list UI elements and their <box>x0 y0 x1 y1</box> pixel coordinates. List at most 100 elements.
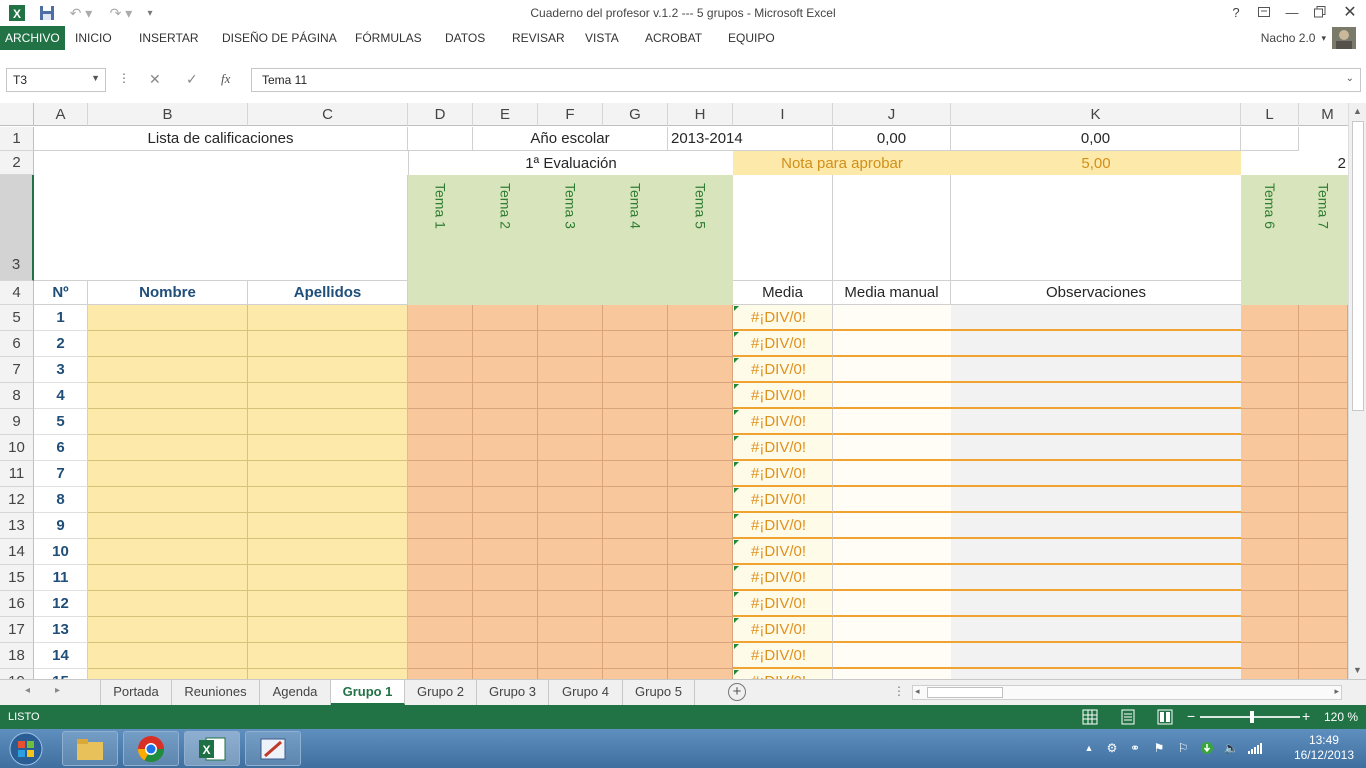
grade-cell-tema-5[interactable] <box>668 461 733 487</box>
average-cell[interactable]: #¡DIV/0! <box>733 461 833 487</box>
list-title-cell[interactable]: Lista de calificaciones <box>34 127 408 151</box>
name-cell[interactable] <box>88 357 248 383</box>
average-cell[interactable]: #¡DIV/0! <box>733 487 833 513</box>
school-year-label[interactable]: Año escolar <box>473 127 668 151</box>
grade-cell-tema-3[interactable] <box>538 643 603 669</box>
student-number[interactable]: 15 <box>34 669 88 679</box>
name-cell[interactable] <box>88 617 248 643</box>
surname-cell[interactable] <box>248 383 408 409</box>
surname-cell[interactable] <box>248 305 408 331</box>
zoom-out-icon[interactable]: − <box>1187 708 1195 724</box>
observations-cell[interactable] <box>951 357 1241 383</box>
surname-cell[interactable] <box>248 435 408 461</box>
column-header-m[interactable]: M <box>1299 103 1348 126</box>
grade-cell-tema-3[interactable] <box>538 591 603 617</box>
grade-cell-tema-2[interactable] <box>473 305 538 331</box>
tab-split-handle-icon[interactable]: ⋮ <box>893 684 905 698</box>
sheet-tab-grupo-1[interactable]: Grupo 1 <box>331 680 405 705</box>
grade-cell-tema-3[interactable] <box>538 669 603 679</box>
name-cell[interactable] <box>88 435 248 461</box>
grade-cell-tema-7[interactable] <box>1299 383 1348 409</box>
file-explorer-button[interactable] <box>62 731 118 766</box>
surname-cell[interactable] <box>248 487 408 513</box>
column-header-b[interactable]: B <box>88 103 248 126</box>
theme-header-6[interactable]: Tema 6 <box>1241 183 1299 279</box>
average-cell[interactable]: #¡DIV/0! <box>733 565 833 591</box>
student-number[interactable]: 14 <box>34 643 88 669</box>
grade-cell-tema-7[interactable] <box>1299 461 1348 487</box>
grade-cell-tema-6[interactable] <box>1241 539 1299 565</box>
grade-cell-tema-1[interactable] <box>408 409 473 435</box>
student-number[interactable]: 6 <box>34 435 88 461</box>
grade-cell-tema-2[interactable] <box>473 435 538 461</box>
tab-archivo[interactable]: ARCHIVO <box>0 26 65 50</box>
row-header-7[interactable]: 7 <box>0 357 34 383</box>
grade-cell-tema-6[interactable] <box>1241 383 1299 409</box>
header-number[interactable]: Nº <box>34 281 88 305</box>
add-sheet-icon[interactable]: + <box>728 683 746 701</box>
manual-average-cell[interactable] <box>833 617 951 643</box>
cell-j1[interactable]: 0,00 <box>833 127 951 151</box>
average-cell[interactable]: #¡DIV/0! <box>733 409 833 435</box>
scroll-down-icon[interactable]: ▼ <box>1353 665 1362 675</box>
grade-cell-tema-1[interactable] <box>408 331 473 357</box>
grade-cell-tema-6[interactable] <box>1241 305 1299 331</box>
tab-vista[interactable]: VISTA <box>578 26 626 50</box>
column-header-i[interactable]: I <box>733 103 833 126</box>
column-header-k[interactable]: K <box>951 103 1241 126</box>
surname-cell[interactable] <box>248 461 408 487</box>
column-header-j[interactable]: J <box>833 103 951 126</box>
manual-average-cell[interactable] <box>833 435 951 461</box>
grade-cell-tema-3[interactable] <box>538 461 603 487</box>
grade-cell-tema-5[interactable] <box>668 513 733 539</box>
column-header-e[interactable]: E <box>473 103 538 126</box>
grade-cell-tema-6[interactable] <box>1241 669 1299 679</box>
grade-cell-tema-3[interactable] <box>538 487 603 513</box>
grade-cell-tema-4[interactable] <box>603 513 668 539</box>
update-icon[interactable] <box>1200 741 1214 755</box>
grade-cell-tema-7[interactable] <box>1299 669 1348 679</box>
grade-cell-tema-6[interactable] <box>1241 487 1299 513</box>
name-cell[interactable] <box>88 409 248 435</box>
grade-cell-tema-5[interactable] <box>668 565 733 591</box>
next-sheet-icon[interactable]: ▸ <box>55 685 60 696</box>
select-all-corner[interactable] <box>0 103 34 126</box>
observations-cell[interactable] <box>951 461 1241 487</box>
manual-average-cell[interactable] <box>833 331 951 357</box>
row-header-19[interactable]: 19 <box>0 669 34 679</box>
school-year-value[interactable]: 2013-2014 <box>668 127 833 151</box>
tab-formulas[interactable]: FÓRMULAS <box>348 26 429 50</box>
grade-cell-tema-2[interactable] <box>473 331 538 357</box>
observations-cell[interactable] <box>951 539 1241 565</box>
grade-cell-tema-7[interactable] <box>1299 487 1348 513</box>
student-number[interactable]: 7 <box>34 461 88 487</box>
action-center-flag-icon[interactable]: ⚑ <box>1152 741 1166 755</box>
grade-cell-tema-1[interactable] <box>408 617 473 643</box>
row-header-17[interactable]: 17 <box>0 617 34 643</box>
chrome-button[interactable] <box>123 731 179 766</box>
sheet-tab-portada[interactable]: Portada <box>100 680 172 705</box>
grade-cell-tema-7[interactable] <box>1299 435 1348 461</box>
grade-cell-tema-7[interactable] <box>1299 591 1348 617</box>
grade-cell-tema-5[interactable] <box>668 383 733 409</box>
grade-cell-tema-1[interactable] <box>408 461 473 487</box>
grade-cell-tema-5[interactable] <box>668 669 733 679</box>
header-name[interactable]: Nombre <box>88 281 248 305</box>
tab-revisar[interactable]: REVISAR <box>505 26 572 50</box>
cell-j3[interactable] <box>833 175 951 281</box>
grade-cell-tema-6[interactable] <box>1241 617 1299 643</box>
grade-cell-tema-4[interactable] <box>603 617 668 643</box>
grade-cell-tema-1[interactable] <box>408 669 473 679</box>
tab-inicio[interactable]: INICIO <box>68 26 119 50</box>
grade-cell-tema-4[interactable] <box>603 409 668 435</box>
grade-cell-tema-2[interactable] <box>473 539 538 565</box>
cell-l1[interactable] <box>1241 127 1299 151</box>
student-number[interactable]: 1 <box>34 305 88 331</box>
theme-header-1[interactable]: Tema 1 <box>408 183 473 279</box>
grade-cell-tema-6[interactable] <box>1241 513 1299 539</box>
row-header-9[interactable]: 9 <box>0 409 34 435</box>
row-header-5[interactable]: 5 <box>0 305 34 331</box>
next-evaluation-partial[interactable]: 2 <box>1299 151 1348 175</box>
row-header-11[interactable]: 11 <box>0 461 34 487</box>
grade-cell-tema-7[interactable] <box>1299 409 1348 435</box>
